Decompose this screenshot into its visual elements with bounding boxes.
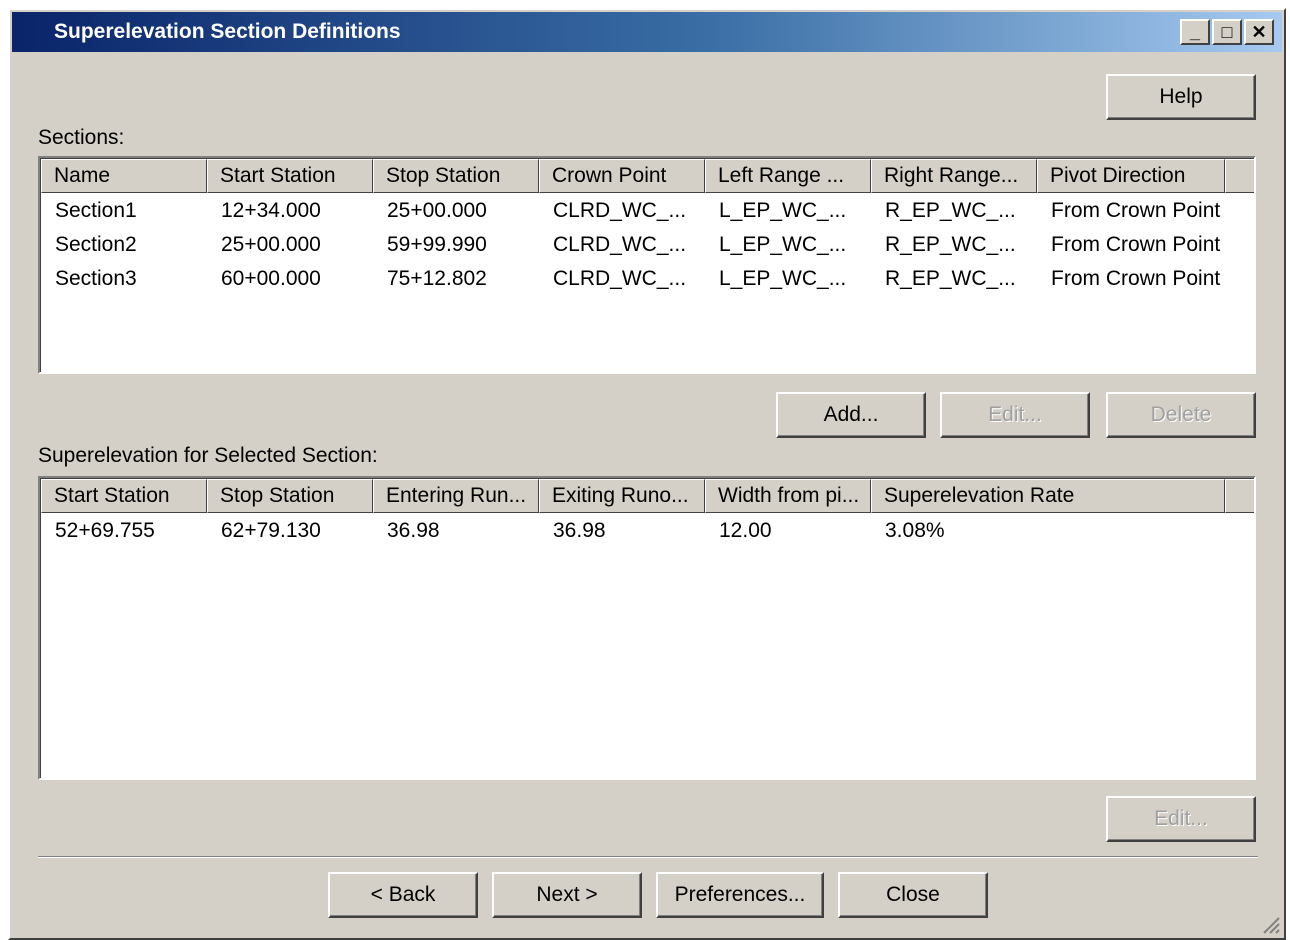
- cell-crown-point: CLRD_WC_...: [553, 233, 687, 256]
- resize-grip-icon[interactable]: [1260, 914, 1280, 934]
- column-header-left-range[interactable]: Left Range ...: [705, 159, 871, 193]
- footer-separator: [38, 856, 1258, 858]
- cell-superelevation-rate: 3.08%: [885, 519, 945, 542]
- superelevation-list[interactable]: Start Station Stop Station Entering Run.…: [38, 476, 1256, 780]
- column-header-stop-station[interactable]: Stop Station: [207, 479, 373, 513]
- cell-left-range: L_EP_WC_...: [719, 267, 847, 290]
- cell-right-range: R_EP_WC_...: [885, 233, 1016, 256]
- column-header-filler: [1225, 479, 1254, 513]
- cell-start-station: 12+34.000: [221, 199, 321, 222]
- table-row[interactable]: Section2 25+00.000 59+99.990 CLRD_WC_...…: [41, 228, 1225, 262]
- column-header-right-range[interactable]: Right Range...: [871, 159, 1037, 193]
- cell-start-station: 60+00.000: [221, 267, 321, 290]
- table-row[interactable]: Section1 12+34.000 25+00.000 CLRD_WC_...…: [41, 194, 1225, 228]
- column-header-start-station[interactable]: Start Station: [41, 479, 207, 513]
- superelevation-label: Superelevation for Selected Section:: [38, 444, 378, 467]
- column-header-name[interactable]: Name: [41, 159, 207, 193]
- column-header-filler: [1225, 159, 1254, 193]
- dialog-window: Superelevation Section Definitions _ □ ✕…: [8, 8, 1286, 940]
- cell-name: Section1: [55, 199, 137, 222]
- cell-right-range: R_EP_WC_...: [885, 267, 1016, 290]
- close-window-button[interactable]: ✕: [1244, 19, 1274, 45]
- cell-pivot-direction: From Crown Point: [1051, 267, 1221, 290]
- close-button[interactable]: Close: [838, 872, 988, 918]
- cell-stop-station: 62+79.130: [221, 519, 321, 542]
- cell-right-range: R_EP_WC_...: [885, 199, 1016, 222]
- cell-crown-point: CLRD_WC_...: [553, 267, 687, 290]
- minimize-button[interactable]: _: [1180, 19, 1210, 45]
- edit-section-button[interactable]: Edit...: [940, 392, 1090, 438]
- cell-start-station: 52+69.755: [55, 519, 155, 542]
- delete-section-button[interactable]: Delete: [1106, 392, 1256, 438]
- cell-entering-runoff: 36.98: [387, 519, 440, 542]
- column-header-width-from-pivot[interactable]: Width from pi...: [705, 479, 871, 513]
- edit-superelevation-button[interactable]: Edit...: [1106, 796, 1256, 842]
- title-bar[interactable]: Superelevation Section Definitions _ □ ✕: [12, 12, 1282, 52]
- column-header-entering-runoff[interactable]: Entering Run...: [373, 479, 539, 513]
- next-button[interactable]: Next >: [492, 872, 642, 918]
- table-row[interactable]: 52+69.755 62+79.130 36.98 36.98 12.00 3.…: [41, 514, 1225, 548]
- cell-name: Section3: [55, 267, 137, 290]
- column-header-superelevation-rate[interactable]: Superelevation Rate: [871, 479, 1225, 513]
- column-header-exiting-runoff[interactable]: Exiting Runo...: [539, 479, 705, 513]
- sections-list[interactable]: Name Start Station Stop Station Crown Po…: [38, 156, 1256, 374]
- cell-pivot-direction: From Crown Point: [1051, 199, 1221, 222]
- cell-stop-station: 59+99.990: [387, 233, 487, 256]
- help-button[interactable]: Help: [1106, 74, 1256, 120]
- column-header-start-station[interactable]: Start Station: [207, 159, 373, 193]
- superelevation-list-header: Start Station Stop Station Entering Run.…: [41, 479, 1254, 513]
- cell-width-from-pivot: 12.00: [719, 519, 772, 542]
- cell-exiting-runoff: 36.98: [553, 519, 606, 542]
- maximize-button[interactable]: □: [1212, 19, 1242, 45]
- cell-crown-point: CLRD_WC_...: [553, 199, 687, 222]
- window-title: Superelevation Section Definitions: [54, 20, 401, 43]
- add-section-button[interactable]: Add...: [776, 392, 926, 438]
- cell-stop-station: 25+00.000: [387, 199, 487, 222]
- back-button[interactable]: < Back: [328, 872, 478, 918]
- cell-name: Section2: [55, 233, 137, 256]
- column-header-stop-station[interactable]: Stop Station: [373, 159, 539, 193]
- sections-list-header: Name Start Station Stop Station Crown Po…: [41, 159, 1254, 193]
- sections-label: Sections:: [38, 126, 125, 149]
- preferences-button[interactable]: Preferences...: [656, 872, 824, 918]
- cell-left-range: L_EP_WC_...: [719, 199, 847, 222]
- column-header-crown-point[interactable]: Crown Point: [539, 159, 705, 193]
- cell-start-station: 25+00.000: [221, 233, 321, 256]
- table-row[interactable]: Section3 60+00.000 75+12.802 CLRD_WC_...…: [41, 262, 1225, 296]
- column-header-pivot-direction[interactable]: Pivot Direction: [1037, 159, 1225, 193]
- cell-pivot-direction: From Crown Point: [1051, 233, 1221, 256]
- cell-left-range: L_EP_WC_...: [719, 233, 847, 256]
- cell-stop-station: 75+12.802: [387, 267, 487, 290]
